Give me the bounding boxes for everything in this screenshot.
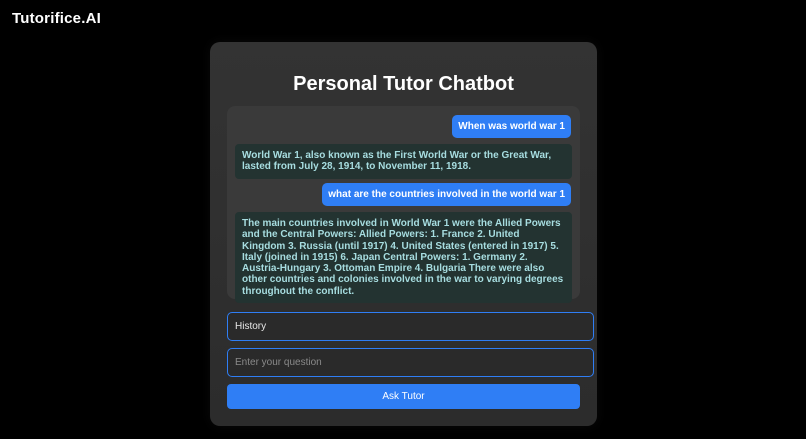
tutor-card: Personal Tutor Chatbot When was world wa… [210,42,597,426]
subject-input[interactable] [227,312,594,341]
user-message: When was world war 1 [452,115,571,138]
user-message: what are the countries involved in the w… [322,183,571,206]
ask-tutor-button[interactable]: Ask Tutor [227,384,580,409]
question-input[interactable] [227,348,594,377]
bot-message: The main countries involved in World War… [235,212,572,304]
chat-history: When was world war 1 World War 1, also k… [227,106,580,304]
bot-message: World War 1, also known as the First Wor… [235,144,572,179]
app-logo-text: Tutorifice.AI [12,10,101,27]
page-title: Personal Tutor Chatbot [293,73,514,95]
